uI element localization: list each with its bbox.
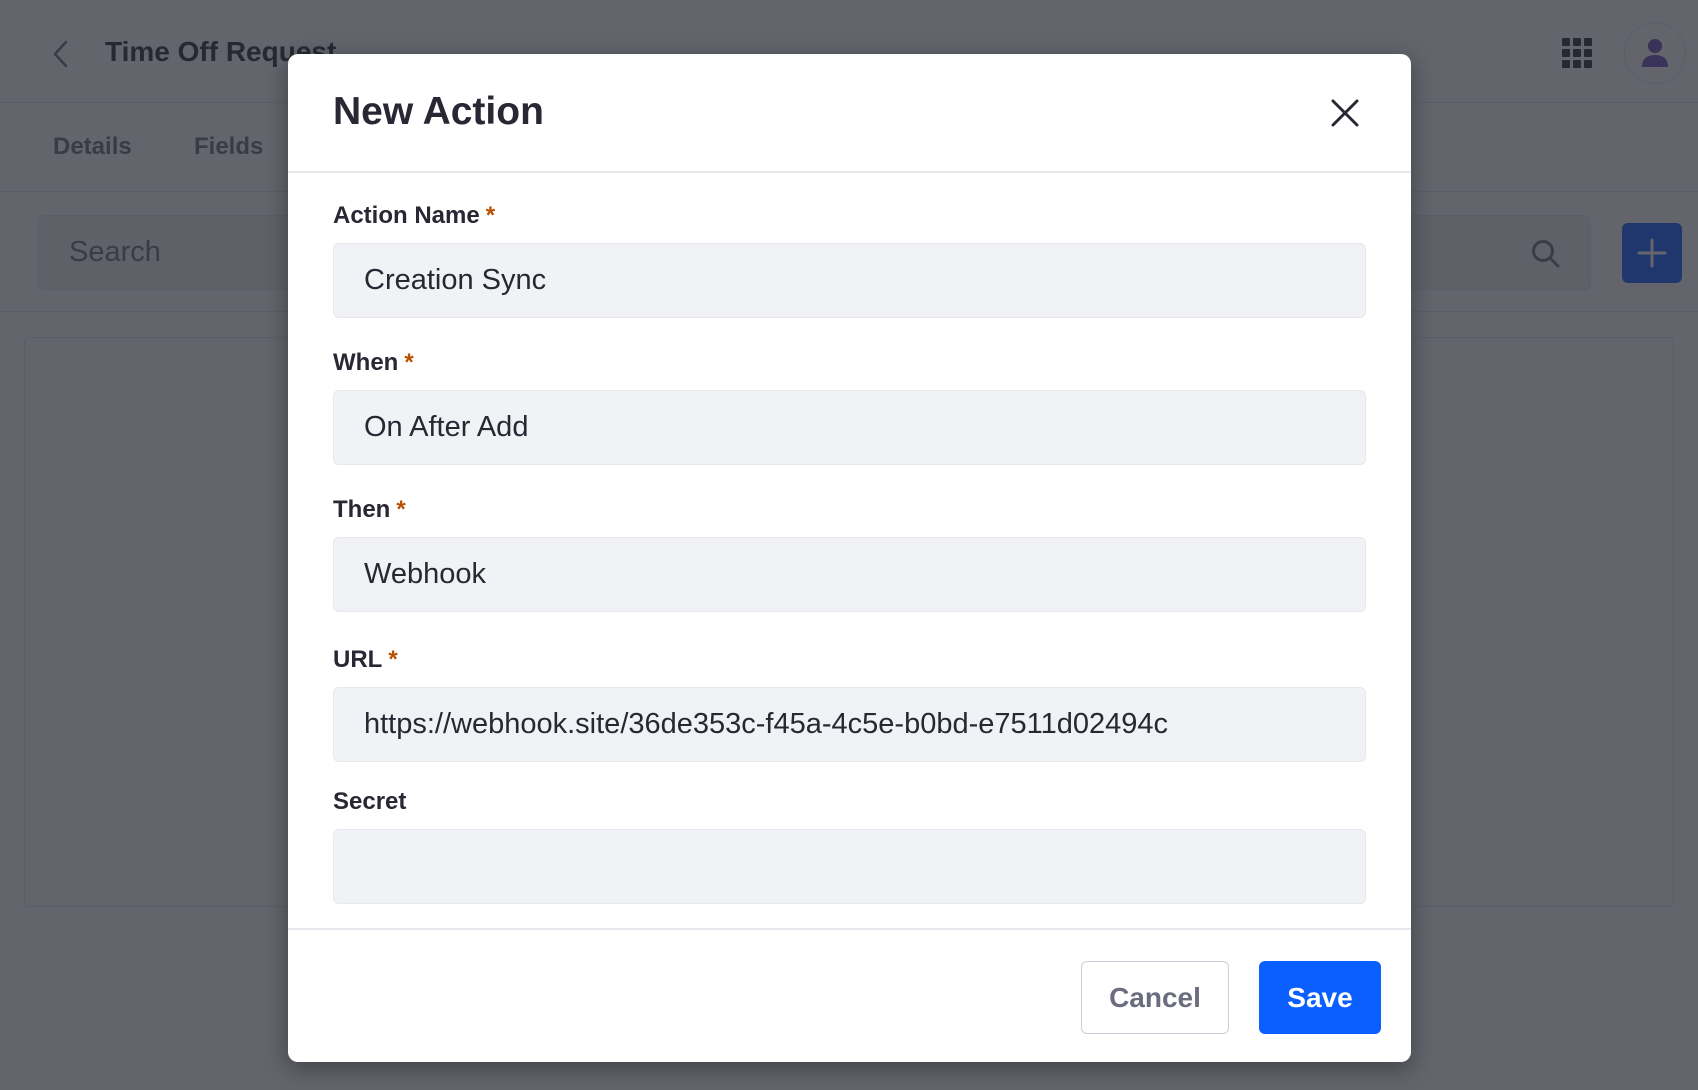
url-label: URL * [333,646,398,674]
when-label: When * [333,349,414,377]
cancel-button[interactable]: Cancel [1081,961,1229,1034]
required-mark: * [485,202,496,229]
when-select[interactable] [333,390,1366,465]
modal-header: New Action [288,54,1411,173]
modal-footer: Cancel Save [288,928,1411,1062]
url-input[interactable] [333,687,1366,762]
secret-input[interactable] [333,829,1366,904]
url-label-text: URL [333,646,383,673]
action-name-input[interactable] [333,243,1366,318]
then-select[interactable] [333,537,1366,612]
required-mark: * [396,496,406,523]
action-name-label-text: Action Name [333,202,480,229]
modal-title: New Action [333,90,544,133]
then-label-text: Then [333,496,391,523]
close-button[interactable] [1323,91,1367,135]
then-label: Then * [333,496,406,524]
close-icon [1331,99,1359,127]
secret-label: Secret [333,788,406,816]
save-button[interactable]: Save [1259,961,1381,1034]
secret-label-text: Secret [333,788,407,815]
new-action-modal: New Action Action Name* When* Then* URL*… [288,54,1411,1062]
when-label-text: When [333,349,399,376]
action-name-label: Action Name * [333,202,495,230]
required-mark: * [388,646,398,673]
required-mark: * [404,349,414,376]
